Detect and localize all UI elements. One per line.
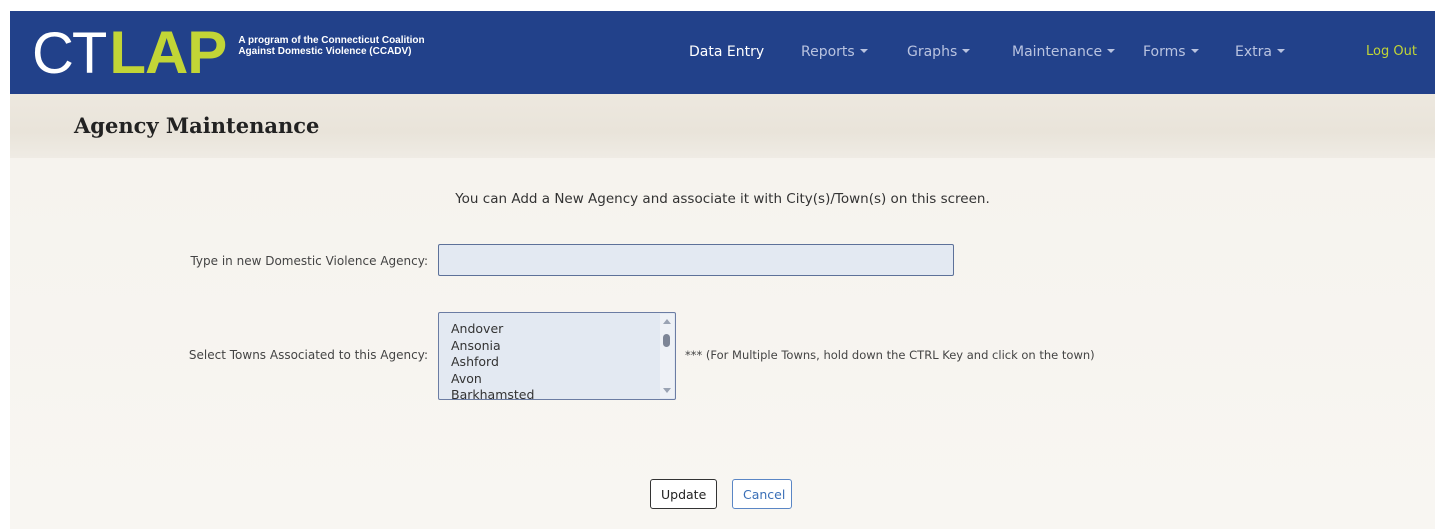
top-navbar: CT LAP A program of the Connecticut Coal… xyxy=(10,11,1435,94)
nav-maintenance[interactable]: Maintenance xyxy=(1012,44,1116,60)
towns-label: Select Towns Associated to this Agency: xyxy=(188,348,428,362)
scroll-thumb[interactable] xyxy=(663,334,670,347)
caret-down-icon xyxy=(1107,49,1116,53)
town-option[interactable]: Barkhamsted xyxy=(451,387,675,399)
page-header: Agency Maintenance xyxy=(10,94,1435,158)
caret-down-icon xyxy=(1276,49,1285,53)
cancel-button[interactable]: Cancel xyxy=(732,479,792,509)
agency-name-input[interactable] xyxy=(438,244,954,276)
nav-label: Data Entry xyxy=(689,44,765,60)
main-content: You can Add a New Agency and associate i… xyxy=(10,158,1435,529)
scroll-down-icon[interactable] xyxy=(663,388,671,393)
town-option[interactable]: Ashford xyxy=(451,354,675,371)
nav-extra[interactable]: Extra xyxy=(1235,44,1285,60)
nav-label: Extra xyxy=(1235,44,1272,60)
scroll-up-icon[interactable] xyxy=(663,319,671,324)
nav-graphs[interactable]: Graphs xyxy=(907,44,971,60)
town-option[interactable]: Andover xyxy=(451,321,675,338)
town-option[interactable]: Ansonia xyxy=(451,338,675,355)
intro-text: You can Add a New Agency and associate i… xyxy=(455,191,990,207)
nav-data-entry[interactable]: Data Entry xyxy=(689,44,764,60)
nav-label: Graphs xyxy=(907,44,958,60)
page: CT LAP A program of the Connecticut Coal… xyxy=(0,0,1441,529)
nav-forms[interactable]: Forms xyxy=(1143,44,1199,60)
caret-down-icon xyxy=(962,49,971,53)
nav-label: Forms xyxy=(1143,44,1186,60)
agency-name-label: Type in new Domestic Violence Agency: xyxy=(190,254,428,268)
logout-link[interactable]: Log Out xyxy=(1366,44,1417,59)
update-button[interactable]: Update xyxy=(650,479,717,509)
towns-options: Andover Ansonia Ashford Avon Barkhamsted xyxy=(439,313,675,399)
towns-multiselect[interactable]: Andover Ansonia Ashford Avon Barkhamsted xyxy=(438,312,676,400)
nav-menu: Data Entry Reports Graphs Maintenance Fo… xyxy=(10,11,1435,94)
nav-label: Maintenance xyxy=(1012,44,1103,60)
nav-reports[interactable]: Reports xyxy=(801,44,868,60)
town-option[interactable]: Avon xyxy=(451,371,675,388)
page-title: Agency Maintenance xyxy=(74,113,320,138)
caret-down-icon xyxy=(1190,49,1199,53)
multi-select-hint: *** (For Multiple Towns, hold down the C… xyxy=(685,348,1095,362)
caret-down-icon xyxy=(859,49,868,53)
nav-label: Reports xyxy=(801,44,855,60)
towns-scrollbar[interactable] xyxy=(660,314,674,398)
